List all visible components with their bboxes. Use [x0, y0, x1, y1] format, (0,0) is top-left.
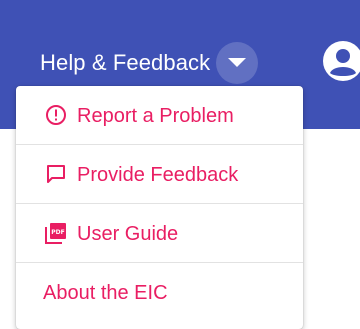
menu-item-label: Provide Feedback — [77, 163, 239, 186]
chevron-down-icon[interactable] — [216, 42, 259, 84]
help-feedback-dropdown: Report a Problem Provide Feedback PDF Us… — [16, 86, 303, 329]
menu-item-report-problem[interactable]: Report a Problem — [16, 86, 303, 145]
comment-icon — [43, 161, 69, 187]
svg-text:PDF: PDF — [51, 229, 64, 236]
menu-item-about[interactable]: About the EIC — [16, 263, 303, 322]
menu-item-label: Report a Problem — [77, 104, 234, 127]
menu-item-user-guide[interactable]: PDF User Guide — [16, 204, 303, 263]
menu-item-label: About the EIC — [43, 282, 168, 304]
menu-item-label: User Guide — [77, 222, 179, 245]
alert-circle-icon — [43, 102, 69, 128]
menu-item-provide-feedback[interactable]: Provide Feedback — [16, 145, 303, 204]
account-circle-icon[interactable] — [322, 40, 360, 82]
help-feedback-label: Help & Feedback — [40, 50, 211, 75]
pdf-icon: PDF — [43, 220, 69, 246]
help-feedback-menu-button[interactable]: Help & Feedback — [40, 38, 259, 88]
